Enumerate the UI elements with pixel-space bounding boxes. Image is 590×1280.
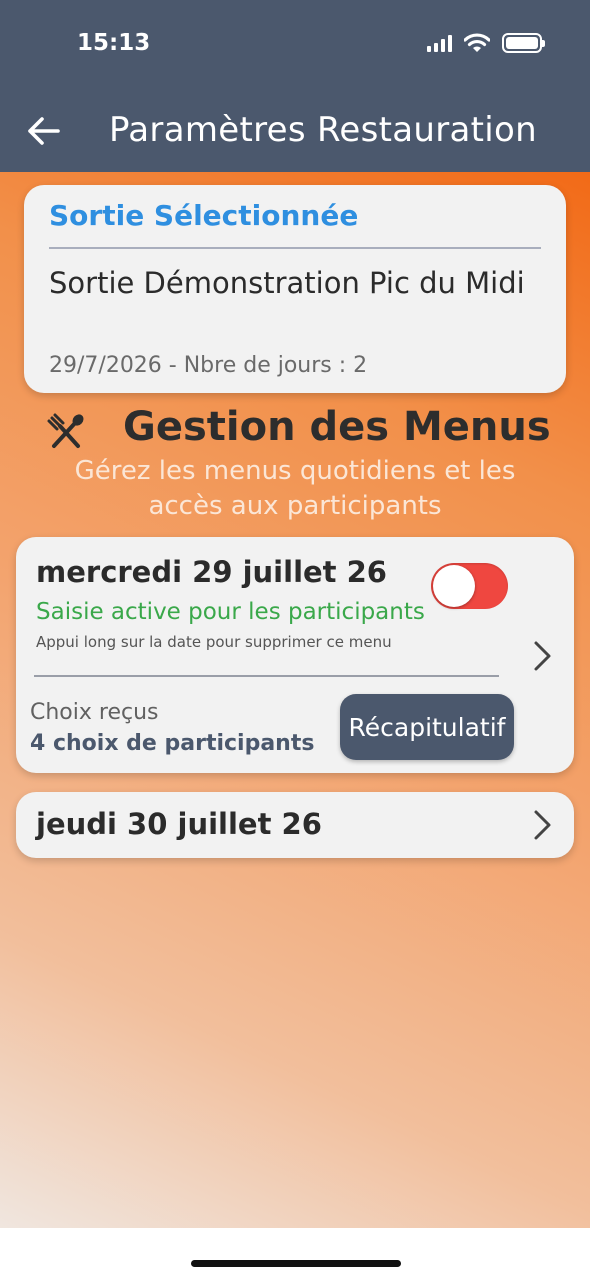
- day-date[interactable]: mercredi 29 juillet 26: [36, 555, 387, 589]
- battery-icon: [502, 33, 545, 53]
- day-menu-card[interactable]: mercredi 29 juillet 26 Saisie active pou…: [16, 537, 574, 773]
- back-button[interactable]: [22, 110, 64, 152]
- day-menu-card[interactable]: jeudi 30 juillet 26: [16, 792, 574, 858]
- divider: [34, 675, 499, 677]
- status-time: 15:13: [77, 30, 151, 56]
- recap-button[interactable]: Récapitulatif: [340, 694, 514, 760]
- menus-subtitle: Gérez les menus quotidiens et les accès …: [74, 456, 516, 521]
- page-title: Paramètres Restauration: [109, 110, 537, 150]
- choix-count: 4 choix de participants: [30, 731, 315, 756]
- chevron-right-icon[interactable]: [532, 639, 554, 673]
- status-icons: [427, 33, 545, 53]
- selected-sortie-card: Sortie Sélectionnée Sortie Démonstration…: [24, 185, 566, 393]
- toggle-knob: [433, 565, 475, 607]
- choix-label: Choix reçus: [30, 700, 159, 725]
- sortie-meta: 29/7/2026 - Nbre de jours : 2: [49, 353, 368, 378]
- home-indicator[interactable]: [191, 1260, 401, 1267]
- day-date[interactable]: jeudi 30 juillet 26: [36, 807, 322, 841]
- wifi-icon: [464, 33, 490, 52]
- app-header: 15:13 Paramètres Restauration: [0, 0, 590, 172]
- arrow-left-icon: [28, 117, 60, 145]
- chevron-right-icon[interactable]: [532, 808, 554, 842]
- main-content: Sortie Sélectionnée Sortie Démonstration…: [0, 172, 590, 1228]
- entry-status: Saisie active pour les participants: [36, 599, 425, 625]
- sortie-header: Sortie Sélectionnée: [49, 199, 359, 232]
- participant-entry-toggle[interactable]: [431, 563, 508, 609]
- menus-title: Gestion des Menus: [123, 404, 551, 450]
- signal-icon: [427, 34, 452, 52]
- divider: [49, 247, 541, 249]
- sortie-name: Sortie Démonstration Pic du Midi: [49, 266, 525, 300]
- utensils-icon: [47, 413, 84, 448]
- delete-hint: Appui long sur la date pour supprimer ce…: [36, 633, 392, 651]
